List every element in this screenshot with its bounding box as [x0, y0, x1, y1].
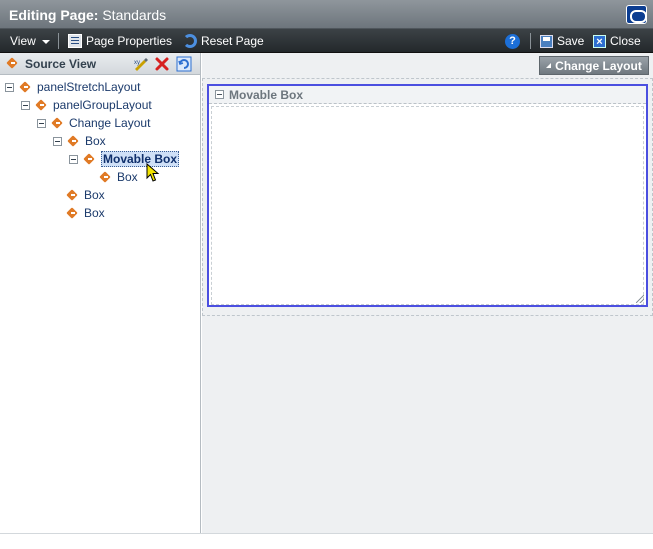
collapse-icon[interactable]	[37, 118, 46, 128]
tree-node-label: panelStretchLayout	[37, 80, 141, 94]
page-title: Editing Page: Standards	[9, 7, 166, 23]
window-bottom-edge	[0, 533, 653, 549]
movable-box[interactable]: Movable Box	[207, 84, 648, 307]
component-icon	[51, 118, 66, 129]
collapse-icon[interactable]	[5, 82, 14, 92]
tree-node-label: Box	[117, 170, 138, 184]
close-label: Close	[610, 34, 641, 48]
design-canvas: Change Layout Movable Box	[202, 53, 653, 533]
save-button[interactable]: Save	[540, 33, 584, 49]
tree-node-box[interactable]: Box	[53, 133, 106, 149]
component-icon	[35, 100, 50, 111]
tree-node-box[interactable]: Box	[66, 187, 105, 203]
save-icon	[540, 34, 553, 48]
movable-box-content	[211, 106, 644, 305]
delete-icon[interactable]	[154, 56, 170, 72]
close-button[interactable]: × Close	[593, 33, 641, 49]
title-prefix: Editing Page:	[9, 7, 99, 23]
svg-text:xy: xy	[134, 60, 140, 66]
tree-node-label: panelGroupLayout	[53, 98, 152, 112]
refresh-icon[interactable]	[176, 56, 192, 72]
tree-node-label-selected: Movable Box	[101, 151, 180, 167]
tree-node-box[interactable]: Box	[99, 169, 138, 185]
change-layout-label: Change Layout	[555, 58, 642, 73]
component-icon	[67, 136, 82, 147]
movable-box-title: Movable Box	[229, 88, 304, 102]
component-icon	[99, 172, 114, 183]
component-icon	[66, 208, 81, 219]
collapse-icon[interactable]	[69, 154, 78, 164]
title-page-name: Standards	[102, 7, 167, 23]
component-icon	[83, 154, 98, 165]
page-properties-label: Page Properties	[86, 34, 173, 48]
view-menu[interactable]: View	[10, 33, 50, 49]
view-menu-label: View	[10, 34, 36, 48]
close-icon: ×	[593, 34, 606, 48]
undo-icon	[183, 34, 197, 48]
save-label: Save	[557, 34, 585, 48]
tree-node-panelstretchlayout[interactable]: panelStretchLayout	[5, 79, 140, 95]
tree-node-label: Change Layout	[69, 116, 151, 130]
tree-node-label: Box	[84, 206, 105, 220]
source-view-header: Source View xy	[0, 53, 200, 75]
toolbar-divider	[530, 33, 531, 49]
collapse-icon[interactable]	[21, 100, 30, 110]
oracle-logo-icon	[626, 5, 647, 24]
reset-page-button[interactable]: Reset Page	[183, 33, 264, 49]
reset-page-label: Reset Page	[201, 34, 264, 48]
source-view-panel: Source View xy panelStretchLayout panelG…	[0, 53, 201, 533]
tree-node-label: Box	[85, 134, 106, 148]
collapse-icon[interactable]	[53, 136, 62, 146]
tree-node-movable-box[interactable]: Movable Box	[69, 151, 180, 167]
mouse-cursor-icon	[146, 163, 160, 182]
toolbar-divider	[58, 33, 59, 49]
component-icon	[6, 58, 21, 69]
expand-corner-icon	[546, 63, 552, 68]
edit-icon[interactable]: xy	[133, 56, 149, 72]
main-toolbar: View Page Properties Reset Page ? Save ×…	[0, 29, 653, 53]
help-button[interactable]: ?	[505, 33, 520, 49]
page-properties-icon	[68, 34, 82, 48]
component-icon	[19, 82, 34, 93]
tree-node-panelgrouplayout[interactable]: panelGroupLayout	[21, 97, 152, 113]
tree-node-box[interactable]: Box	[66, 205, 105, 221]
page-properties-button[interactable]: Page Properties	[68, 33, 172, 49]
change-layout-button[interactable]: Change Layout	[539, 56, 649, 75]
tree-node-change-layout[interactable]: Change Layout	[37, 115, 150, 131]
resize-grip-icon[interactable]	[636, 295, 644, 303]
help-icon: ?	[505, 33, 520, 49]
collapse-icon[interactable]	[215, 90, 224, 99]
chevron-down-icon	[41, 40, 50, 44]
window-titlebar: Editing Page: Standards	[0, 0, 653, 29]
source-view-title: Source View	[25, 57, 97, 71]
component-icon	[66, 190, 81, 201]
movable-box-header[interactable]: Movable Box	[209, 86, 646, 104]
tree-node-label: Box	[84, 188, 105, 202]
